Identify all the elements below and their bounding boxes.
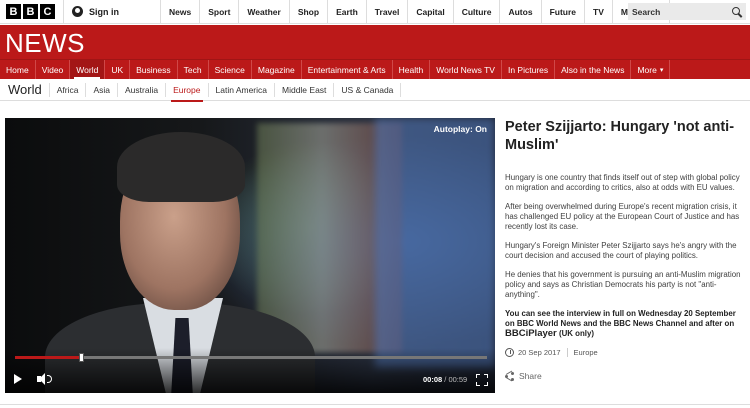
share-label: Share — [519, 371, 542, 381]
section-nav-more-button[interactable]: More ▾ — [631, 60, 671, 79]
fullscreen-icon[interactable] — [476, 374, 488, 386]
top-nav-shop[interactable]: Shop — [290, 0, 329, 24]
article-column: Peter Szijjarto: Hungary 'not anti-Musli… — [505, 118, 745, 381]
search-input[interactable]: Search — [628, 3, 746, 20]
top-nav-sport[interactable]: Sport — [200, 0, 240, 24]
article-promo: You can see the interview in full on Wed… — [505, 309, 745, 339]
article-paragraph-1: Hungary is one country that finds itself… — [505, 173, 740, 192]
seek-handle[interactable] — [79, 353, 85, 362]
section-nav-uk[interactable]: UK — [105, 60, 131, 79]
promo-prefix: You can see the interview in full on Wed… — [505, 309, 736, 328]
top-nav-weather[interactable]: Weather — [239, 0, 290, 24]
un-flag-backdrop — [375, 118, 495, 368]
bbc-masthead: B B C Sign in News Sport Weather Shop Ea… — [0, 0, 750, 24]
sub-nav-europe[interactable]: Europe — [166, 82, 209, 102]
divider — [0, 404, 750, 405]
article-paragraph-2: After being overwhelmed during Europe's … — [505, 202, 740, 231]
current-time: 00:08 — [423, 375, 443, 384]
iplayer-link[interactable]: BBCiPlayer — [505, 328, 557, 339]
seek-bar[interactable] — [15, 353, 487, 362]
sub-nav-title[interactable]: World — [0, 82, 50, 97]
world-sub-nav: World Africa Asia Australia Europe Latin… — [0, 79, 750, 102]
play-icon[interactable] — [13, 373, 23, 385]
seek-progress — [15, 356, 82, 359]
signin-label: Sign in — [89, 6, 119, 17]
article-paragraph-4: He denies that his government is pursuin… — [505, 270, 741, 299]
top-nav-capital[interactable]: Capital — [408, 0, 454, 24]
top-nav: News Sport Weather Shop Earth Travel Cap… — [161, 0, 671, 24]
section-nav-more-label: More — [637, 64, 657, 75]
player-controls: 00:08 / 00:59 — [5, 348, 495, 393]
article-meta: 20 Sep 2017 Europe — [505, 348, 745, 357]
top-nav-tv[interactable]: TV — [585, 0, 613, 24]
chevron-down-icon: ▾ — [659, 66, 664, 74]
clock-icon — [505, 348, 514, 357]
news-banner: NEWS — [0, 25, 750, 59]
search-icon[interactable] — [732, 6, 742, 17]
bbc-logo-letter-3: C — [40, 4, 55, 19]
time-display: 00:08 / 00:59 — [423, 375, 467, 384]
volume-icon[interactable] — [37, 373, 53, 385]
sub-nav-middle-east[interactable]: Middle East — [275, 82, 335, 97]
section-nav: Home Video World UK Business Tech Scienc… — [0, 59, 750, 79]
sub-nav-us-canada[interactable]: US & Canada — [334, 82, 402, 97]
section-nav-tech[interactable]: Tech — [178, 60, 209, 79]
top-nav-earth[interactable]: Earth — [328, 0, 367, 24]
article-headline: Peter Szijjarto: Hungary 'not anti-Musli… — [505, 119, 735, 153]
article-date: 20 Sep 2017 — [518, 348, 568, 357]
section-nav-entertainment-arts[interactable]: Entertainment & Arts — [302, 60, 393, 79]
article-paragraph-3: Hungary's Foreign Minister Peter Szijjar… — [505, 241, 737, 260]
section-nav-home[interactable]: Home — [0, 60, 36, 79]
sub-nav-africa[interactable]: Africa — [50, 82, 87, 97]
sub-nav-latin-america[interactable]: Latin America — [209, 82, 275, 97]
sub-nav-australia[interactable]: Australia — [118, 82, 167, 97]
promo-suffix: (UK only) — [556, 329, 595, 338]
bbc-logo-letter-1: B — [6, 4, 21, 19]
article-tag-europe[interactable]: Europe — [568, 348, 598, 357]
section-nav-world[interactable]: World — [70, 60, 106, 79]
section-nav-magazine[interactable]: Magazine — [252, 60, 302, 79]
section-nav-business[interactable]: Business — [130, 60, 178, 79]
top-nav-travel[interactable]: Travel — [367, 0, 409, 24]
top-nav-news[interactable]: News — [161, 0, 201, 24]
top-nav-culture[interactable]: Culture — [454, 0, 501, 24]
section-nav-video[interactable]: Video — [36, 60, 71, 79]
autoplay-toggle[interactable]: Autoplay: On — [434, 124, 487, 134]
user-icon — [72, 6, 83, 17]
bbc-logo-letter-2: B — [23, 4, 38, 19]
section-nav-science[interactable]: Science — [209, 60, 252, 79]
video-player[interactable]: Autoplay: On 00:08 / 00:59 — [5, 118, 495, 393]
signin-link[interactable]: Sign in — [63, 0, 161, 23]
top-nav-autos[interactable]: Autos — [500, 0, 542, 24]
top-nav-future[interactable]: Future — [542, 0, 586, 24]
section-nav-also-in-the-news[interactable]: Also in the News — [555, 60, 632, 79]
volume-wave — [47, 375, 52, 383]
speaker-hair — [117, 132, 245, 202]
news-wordmark[interactable]: NEWS — [5, 28, 85, 59]
share-icon — [505, 371, 514, 381]
sub-nav-asia[interactable]: Asia — [86, 82, 118, 97]
duration: 00:59 — [448, 375, 468, 384]
section-nav-world-news-tv[interactable]: World News TV — [430, 60, 502, 79]
section-nav-in-pictures[interactable]: In Pictures — [502, 60, 556, 79]
bbc-logo[interactable]: B B C — [0, 0, 63, 23]
share-button[interactable]: Share — [505, 371, 745, 381]
search-placeholder: Search — [632, 6, 661, 17]
section-nav-health[interactable]: Health — [393, 60, 431, 79]
